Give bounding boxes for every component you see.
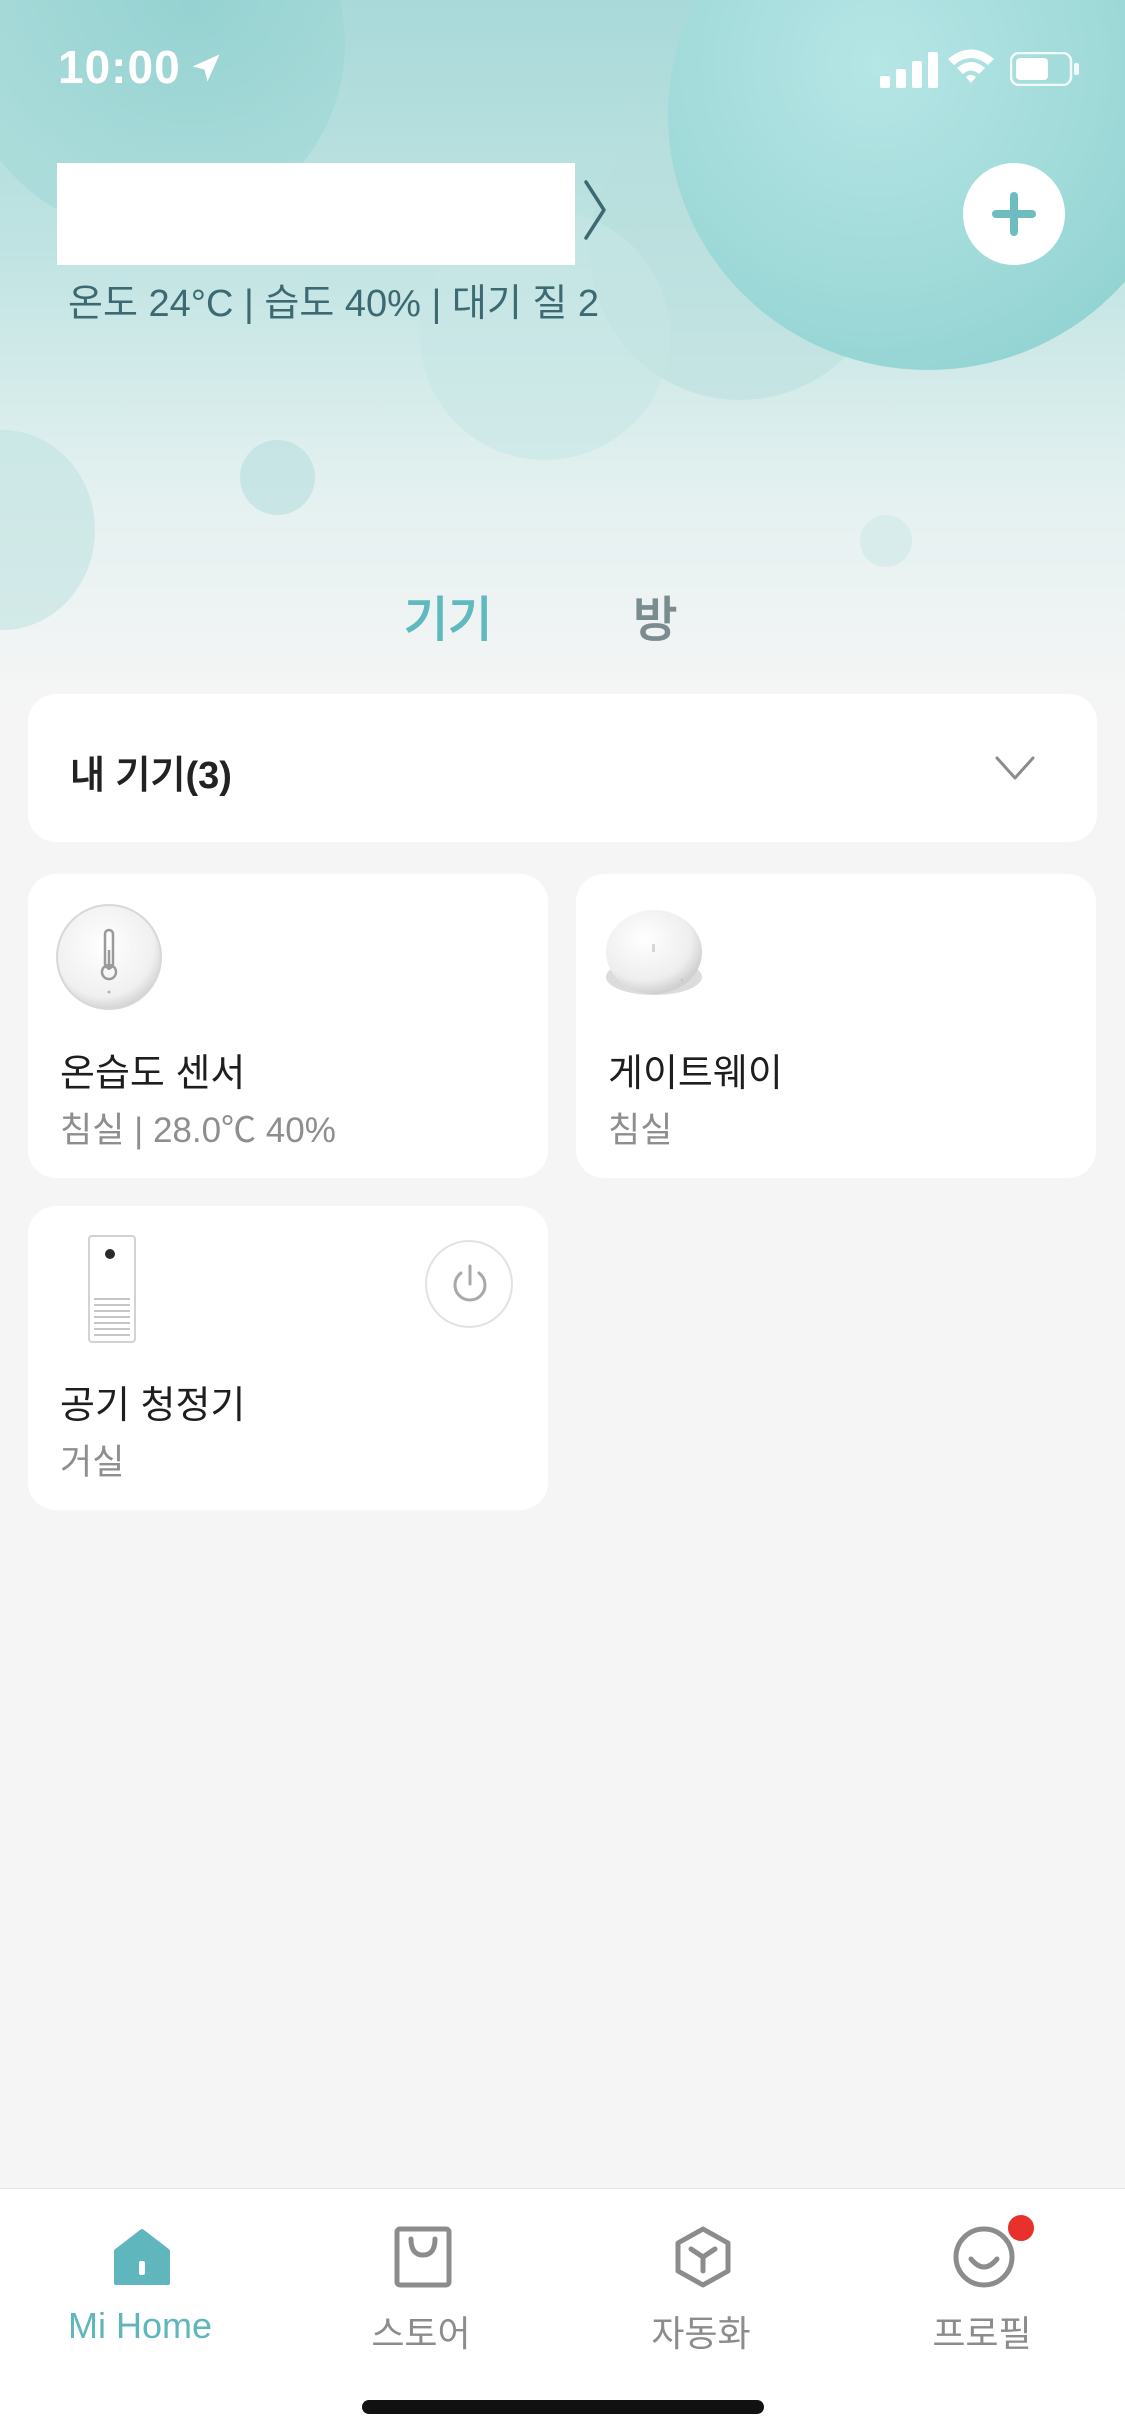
device-group-selector[interactable]: 내 기기(3): [28, 694, 1097, 842]
device-name: 온습도 센서: [60, 1053, 246, 1095]
nav-label: 스토어: [371, 2313, 471, 2354]
profile-smile-icon: [953, 2226, 1015, 2288]
status-time: 10:00: [58, 41, 181, 93]
store-bag-icon: [394, 2226, 452, 2288]
device-card-gateway[interactable]: 게이트웨이 침실: [576, 874, 1096, 1178]
air-purifier-icon: [88, 1235, 136, 1343]
nav-label: Mi Home: [67, 2305, 213, 2346]
chevron-right-icon[interactable]: [580, 178, 610, 242]
location-arrow-icon: [192, 54, 220, 82]
plus-icon: [992, 192, 1036, 236]
home-icon: [114, 2229, 170, 2285]
decorative-bubble: [0, 430, 95, 630]
nav-label: 자동화: [651, 2313, 751, 2354]
device-meta: 침실: [608, 1111, 673, 1150]
thermometer-sensor-icon: [56, 904, 162, 1010]
device-name: 게이트웨이: [608, 1053, 783, 1095]
device-meta: 침실 | 28.0℃ 40%: [60, 1111, 336, 1150]
mi-home-screen: 10:00 온도 24°C | 습도 40% | 대기 질 2 기기 방 내 기…: [0, 0, 1125, 2436]
status-bar: 10:00: [0, 0, 1125, 135]
device-name: 공기 청정기: [60, 1385, 246, 1427]
device-meta: 거실: [60, 1443, 125, 1482]
tab-rooms[interactable]: 방: [633, 580, 677, 650]
nav-automation[interactable]: 자동화: [591, 2205, 811, 2354]
battery-icon: [1010, 52, 1079, 86]
home-environment-stats: 온도 24°C | 습도 40% | 대기 질 2: [68, 283, 600, 325]
add-device-button[interactable]: [963, 163, 1065, 265]
nav-label: 프로필: [932, 2313, 1032, 2354]
decorative-bubble: [860, 515, 912, 567]
device-card-air-purifier[interactable]: 공기 청정기 거실: [28, 1206, 548, 1510]
wifi-icon: [948, 49, 994, 83]
device-group-label: 내 기기(3): [70, 755, 232, 797]
automation-icon: [675, 2226, 731, 2288]
nav-mi-home[interactable]: Mi Home: [30, 2205, 250, 2346]
tab-devices[interactable]: 기기: [404, 580, 492, 650]
nav-profile[interactable]: 프로필: [872, 2205, 1092, 2354]
bottom-tab-bar: Mi Home 스토어 자동화 프로필: [0, 2188, 1125, 2436]
decorative-bubble: [240, 440, 315, 515]
device-card-temperature-sensor[interactable]: 온습도 센서 침실 | 28.0℃ 40%: [28, 874, 548, 1178]
home-indicator[interactable]: [362, 2400, 764, 2414]
notification-badge: [1006, 2213, 1036, 2243]
cellular-signal-icon: [880, 52, 938, 88]
nav-store[interactable]: 스토어: [311, 2205, 531, 2354]
chevron-down-icon: [995, 756, 1035, 780]
gateway-icon: [606, 910, 702, 995]
power-button[interactable]: [425, 1240, 513, 1328]
power-icon: [453, 1264, 487, 1302]
home-name-redacted[interactable]: [57, 163, 575, 265]
